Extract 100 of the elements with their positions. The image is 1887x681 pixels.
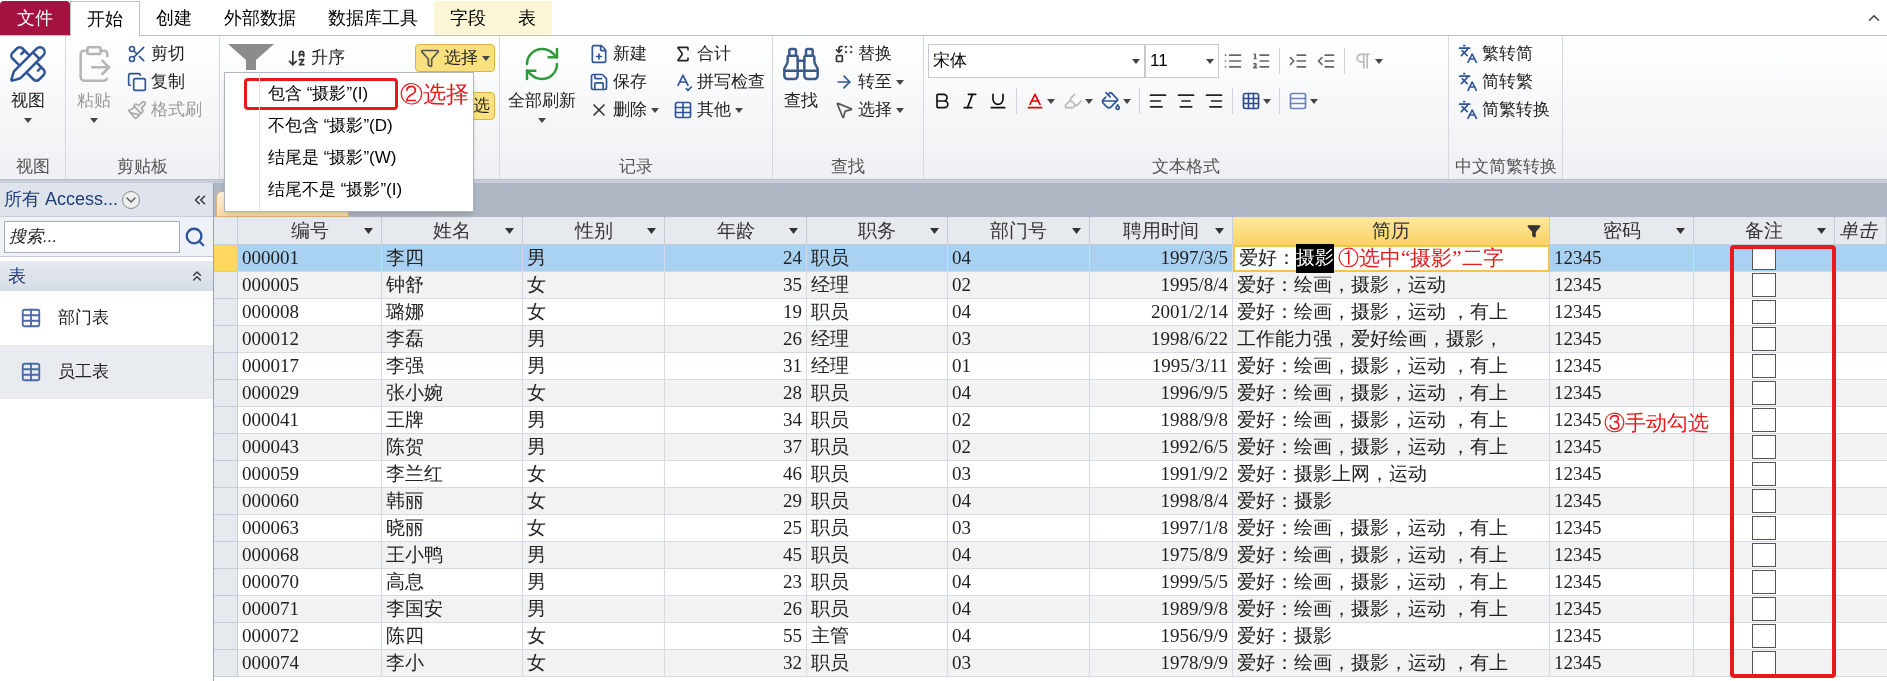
font-select[interactable]: 宋体	[928, 44, 1145, 78]
checkbox[interactable]	[1752, 381, 1776, 405]
ribbon-button[interactable]: 查找	[777, 40, 825, 114]
table-row[interactable]: 000008 璐娜 女 19 职员 04 2001/2/14 爱好：绘画，摄影，运动 ，有上 12345	[214, 299, 1887, 326]
table-cell-text: 000029	[242, 380, 299, 405]
ribbon-button[interactable]: 替换	[829, 40, 909, 68]
section-header[interactable]: 表	[0, 261, 213, 291]
ribbon-button[interactable]: 其他	[668, 96, 770, 124]
table-cell-text: 02	[952, 407, 971, 432]
pencil-ruler-icon	[8, 44, 48, 84]
checkbox[interactable]	[1752, 462, 1776, 486]
brush-icon	[127, 100, 147, 120]
table-cell-text: 爱好：绘画，摄影，运动 ，有上	[1237, 515, 1508, 540]
ribbon-button[interactable]: 简繁转换	[1453, 96, 1555, 124]
ribbon-button[interactable]: 复制	[122, 68, 207, 96]
table-row[interactable]: 000029 张小婉 女 28 职员 04 1996/9/5 爱好：绘画，摄影，运动 ，有上 12345	[214, 380, 1887, 407]
table-row[interactable]: 000072 陈四 女 55 主管 04 1956/9/9 爱好：摄影 12345	[214, 623, 1887, 650]
checkbox[interactable]	[1752, 489, 1776, 513]
ribbon-button[interactable]: 选择	[829, 96, 909, 124]
table-cell-text: 男	[527, 542, 546, 567]
checkbox[interactable]	[1752, 543, 1776, 567]
dropdown-arrow-icon	[505, 228, 514, 235]
table-row[interactable]: 000074 李小 女 32 职员 03 1978/9/9 爱好：绘画，摄影，运动 ，有上 12345	[214, 650, 1887, 677]
table-row[interactable]: 000060 韩丽 女 29 职员 04 1998/8/4 爱好：摄影 12345	[214, 488, 1887, 515]
menu-item[interactable]: 包含 “摄影”(I)	[268, 81, 369, 107]
ribbon-button[interactable]: 转至	[829, 68, 909, 96]
table-cell-text: 男	[527, 596, 546, 621]
table-cell-text: 高息	[386, 569, 424, 594]
checkbox[interactable]	[1752, 300, 1776, 324]
table-cell-text: 02	[952, 434, 971, 459]
checkbox[interactable]	[1752, 597, 1776, 621]
table-cell-text: 经理	[811, 272, 849, 297]
ribbon-button[interactable]: 繁转简	[1453, 40, 1555, 68]
checkbox[interactable]	[1752, 570, 1776, 594]
ribbon-tab[interactable]: 数据库工具	[312, 1, 434, 35]
table-row[interactable]: 000059 李兰红 女 46 职员 03 1991/9/2 爱好：摄影上网，运动 12345	[214, 461, 1887, 488]
table-cell-text: 45	[783, 542, 802, 567]
align-center-icon	[1176, 91, 1196, 111]
ribbon-button[interactable]: 拼写检查	[668, 68, 770, 96]
checkbox[interactable]	[1752, 408, 1776, 432]
menu-item[interactable]: 结尾是 “摄影”(W)	[268, 145, 397, 171]
checkbox[interactable]	[1752, 354, 1776, 378]
nav-item[interactable]: 员工表	[0, 345, 213, 399]
ribbon-button[interactable]: 合计	[668, 40, 770, 68]
search-field[interactable]: 搜索...	[4, 220, 180, 253]
table-row[interactable]: 000001 李四 男 24 职员 04 1997/3/5 爱好：摄影 ①选中“摄影”二字 12345	[214, 245, 1887, 272]
table-cell-text: 张小婉	[386, 380, 443, 405]
ribbon-button[interactable]: 新建	[584, 40, 664, 68]
search-icon[interactable]	[184, 225, 206, 248]
table-row[interactable]: 000063 晓丽 女 25 职员 03 1997/1/8 爱好：绘画，摄影，运动 ，有上 12345	[214, 515, 1887, 542]
group-label: 视图	[15, 156, 50, 179]
ribbon-tab[interactable]: 外部数据	[208, 1, 312, 35]
caret-icon	[1047, 98, 1055, 104]
table-cell-text: 12345	[1554, 488, 1602, 513]
table-row[interactable]: 000070 高息 男 23 职员 04 1999/5/5 爱好：绘画，摄影，运动 ，有上 12345	[214, 569, 1887, 596]
table-cell-text: 000059	[242, 461, 299, 486]
table-row[interactable]: 000043 陈贺 男 37 职员 02 1992/6/5 爱好：绘画，摄影，运动 ，有上 12345	[214, 434, 1887, 461]
ribbon-button[interactable]: 视图	[4, 40, 52, 123]
table-cell-text: 钟舒	[386, 272, 424, 297]
ribbon-tab[interactable]: 表	[502, 1, 552, 35]
table-row[interactable]: 000041 王牌 男 34 职员 02 1988/9/8 爱好：绘画，摄影，运动 ，有上 12345③手动勾选	[214, 407, 1887, 434]
font-size-select[interactable]: 11	[1145, 44, 1219, 78]
table-icon	[673, 100, 693, 120]
ribbon-button[interactable]: 保存	[584, 68, 664, 96]
ribbon-button[interactable]: 简转繁	[1453, 68, 1555, 96]
checkbox[interactable]	[1752, 651, 1776, 675]
column-header[interactable]: 简历	[1233, 217, 1550, 246]
caret-icon	[1310, 98, 1318, 104]
table-row[interactable]: 000071 李国安 男 26 职员 04 1989/9/8 爱好：绘画，摄影，运动 ，有上 12345	[214, 596, 1887, 623]
checkbox[interactable]	[1752, 327, 1776, 351]
ribbon-button[interactable]: 删除	[584, 96, 664, 124]
dropdown-arrow-icon	[1072, 228, 1081, 235]
numbered-list-icon	[1251, 51, 1271, 71]
table-cell-text: 工作能力强，爱好绘画，摄影，	[1237, 326, 1503, 351]
checkbox[interactable]	[1752, 516, 1776, 540]
table-row[interactable]: 000005 钟舒 女 35 经理 02 1995/8/4 爱好：绘画，摄影，运动 12345	[214, 272, 1887, 299]
ribbon-tab[interactable]: 文件	[0, 1, 70, 35]
ribbon-tab[interactable]: 开始	[70, 1, 140, 36]
ribbon-button[interactable]: 升序	[282, 44, 382, 72]
ribbon-tab[interactable]: 创建	[140, 1, 208, 35]
annotation-text: ①选中“摄影”二字	[1338, 244, 1504, 272]
checkbox[interactable]	[1752, 273, 1776, 297]
ribbon-button[interactable]: 选择	[415, 44, 495, 72]
filter-icon	[1527, 224, 1541, 239]
menu-item[interactable]: 结尾不是 “摄影”(I)	[268, 177, 403, 203]
table-cell-text: 000070	[242, 569, 299, 594]
ribbon-button[interactable]: 全部刷新	[504, 40, 580, 123]
table-cell-text: 爱好：绘画，摄影，运动 ，有上	[1237, 299, 1508, 324]
checkbox[interactable]	[1752, 624, 1776, 648]
table-cell-text: 职员	[811, 488, 849, 513]
table-row[interactable]: 000068 王小鸭 男 45 职员 04 1975/8/9 爱好：绘画，摄影，运动 ，有上 12345	[214, 542, 1887, 569]
table-row[interactable]: 000012 李磊 男 26 经理 03 1998/6/22 工作能力强，爱好绘画，摄影， 12345	[214, 326, 1887, 353]
checkbox[interactable]	[1752, 435, 1776, 459]
table-cell-text: 1956/9/9	[1160, 623, 1228, 648]
table-cell-text: 女	[527, 488, 546, 513]
ribbon-tab[interactable]: 字段	[434, 1, 502, 35]
menu-item[interactable]: 不包含 “摄影”(D)	[268, 113, 393, 139]
table-row[interactable]: 000017 李强 男 31 经理 01 1995/3/11 爱好：绘画，摄影，运动 ，有上 12345	[214, 353, 1887, 380]
table-cell-text: 26	[783, 596, 802, 621]
ribbon-button[interactable]: 剪切	[122, 40, 207, 68]
